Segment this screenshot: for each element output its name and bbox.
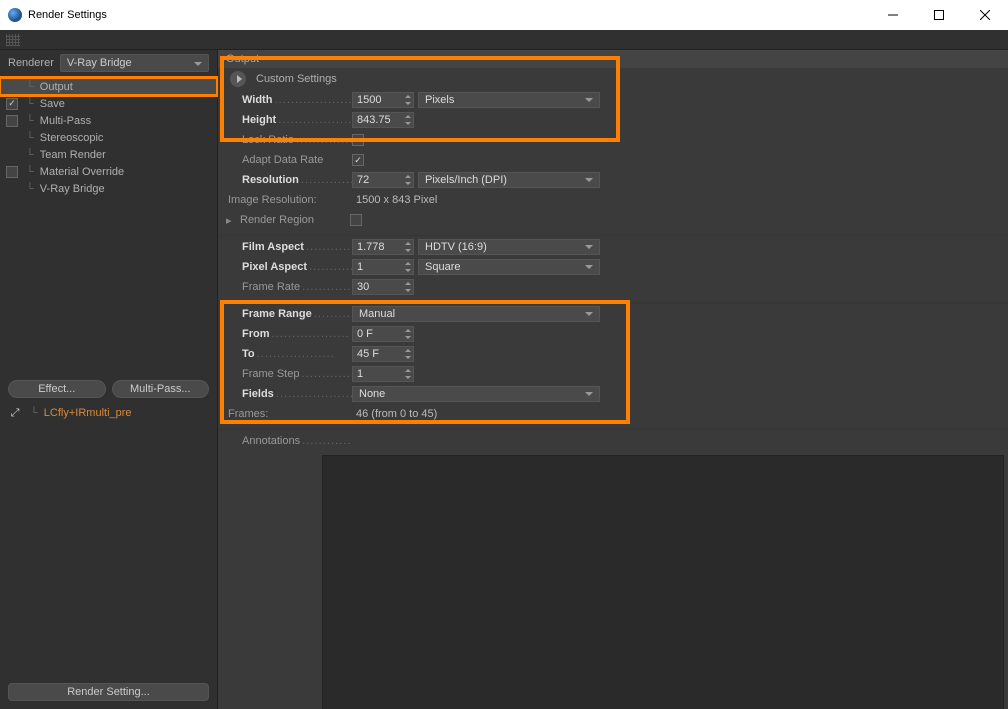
pixel-aspect-input[interactable]: 1 [352, 259, 414, 275]
fields-dropdown[interactable]: None [352, 386, 600, 402]
width-unit-dropdown[interactable]: Pixels [418, 92, 600, 108]
from-input[interactable]: 0 F [352, 326, 414, 342]
resolution-unit-dropdown[interactable]: Pixels/Inch (DPI) [418, 172, 600, 188]
window-title: Render Settings [28, 9, 870, 21]
preset-row[interactable]: ⤢ └ LCfly+IRmulti_pre [0, 402, 217, 424]
render-region-checkbox[interactable] [350, 214, 362, 226]
sidebar: Renderer V-Ray Bridge └ Output └ Save └ … [0, 50, 218, 709]
lock-ratio-checkbox[interactable] [352, 134, 364, 146]
preset-icon: ⤢ [8, 406, 22, 420]
custom-settings-label: Custom Settings [256, 73, 337, 85]
resolution-input[interactable]: 72 [352, 172, 414, 188]
toolbar-strip [0, 30, 1008, 50]
output-header: Output [218, 50, 1008, 68]
preset-name: LCfly+IRmulti_pre [44, 407, 132, 419]
frames-label: Frames: [228, 408, 352, 420]
frame-rate-input[interactable]: 30 [352, 279, 414, 295]
adapt-data-checkbox[interactable] [352, 154, 364, 166]
tree-item-teamrender[interactable]: └ Team Render [0, 146, 217, 163]
tree-item-materialoverride[interactable]: └ Material Override [0, 163, 217, 180]
frame-step-input[interactable]: 1 [352, 366, 414, 382]
tree-item-multipass[interactable]: └ Multi-Pass [0, 112, 217, 129]
save-checkbox[interactable] [6, 98, 18, 110]
renderer-label: Renderer [8, 57, 54, 69]
to-input[interactable]: 45 F [352, 346, 414, 362]
image-resolution-label: Image Resolution: [228, 194, 352, 206]
annotations-panel[interactable] [322, 455, 1004, 709]
settings-tree: └ Output └ Save └ Multi-Pass └ Stereosco… [0, 78, 217, 197]
materialoverride-checkbox[interactable] [6, 166, 18, 178]
titlebar: Render Settings [0, 0, 1008, 30]
render-region-expander[interactable]: ▸ [226, 214, 236, 227]
multipass-checkbox[interactable] [6, 115, 18, 127]
tree-item-output[interactable]: └ Output [0, 78, 217, 95]
custom-settings-button[interactable] [230, 71, 246, 87]
tree-item-stereoscopic[interactable]: └ Stereoscopic [0, 129, 217, 146]
frames-value: 46 (from 0 to 45) [352, 408, 437, 420]
pixel-aspect-dropdown[interactable]: Square [418, 259, 600, 275]
tree-item-save[interactable]: └ Save [0, 95, 217, 112]
film-aspect-dropdown[interactable]: HDTV (16:9) [418, 239, 600, 255]
content-panel: Output Custom Settings Width 1500 Pixels… [218, 50, 1008, 709]
effect-button[interactable]: Effect... [8, 380, 106, 398]
render-setting-button[interactable]: Render Setting... [8, 683, 209, 701]
renderer-dropdown[interactable]: V-Ray Bridge [60, 54, 209, 72]
close-button[interactable] [962, 0, 1008, 30]
width-input[interactable]: 1500 [352, 92, 414, 108]
height-input[interactable]: 843.75 [352, 112, 414, 128]
tree-item-vraybridge[interactable]: └ V-Ray Bridge [0, 180, 217, 197]
minimize-button[interactable] [870, 0, 916, 30]
frame-range-dropdown[interactable]: Manual [352, 306, 600, 322]
image-resolution-value: 1500 x 843 Pixel [352, 194, 437, 206]
grip-icon[interactable] [6, 34, 20, 46]
maximize-button[interactable] [916, 0, 962, 30]
app-icon [8, 8, 22, 22]
multipass-button[interactable]: Multi-Pass... [112, 380, 210, 398]
film-aspect-input[interactable]: 1.778 [352, 239, 414, 255]
